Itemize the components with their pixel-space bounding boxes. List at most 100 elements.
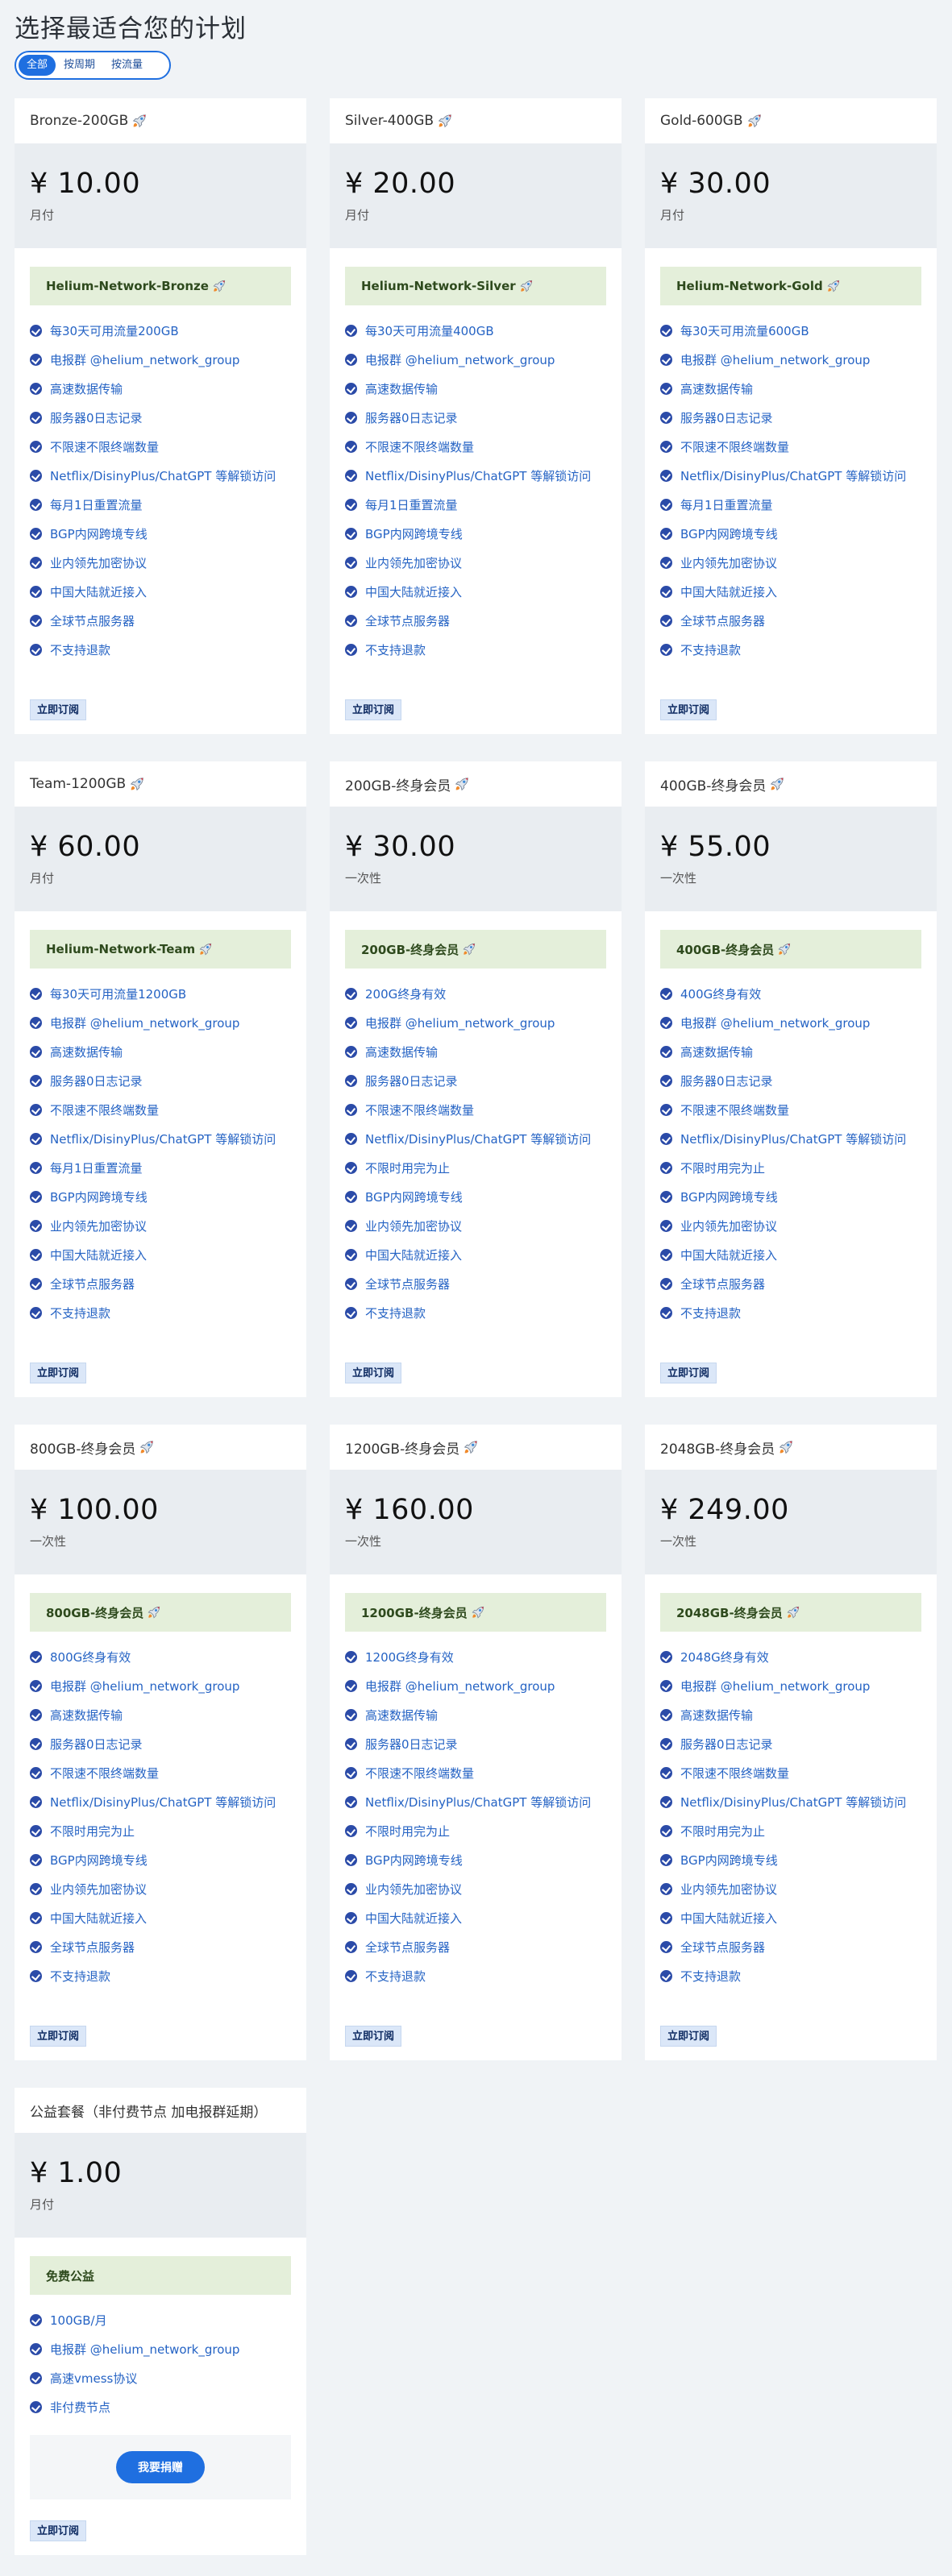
feature-text: 电报群 @helium_network_group <box>50 1015 240 1031</box>
plan-price: ¥ 20.00 <box>345 168 456 200</box>
subscribe-button[interactable]: 立即订阅 <box>660 1363 717 1383</box>
feature-text: 全球节点服务器 <box>365 1939 451 1955</box>
price-area: ¥ 20.00 月付 <box>330 143 622 248</box>
check-circle-icon <box>660 1277 672 1290</box>
feature-item: 服务器0日志记录 <box>660 1729 921 1758</box>
feature-list: 100GB/月 电报群 @helium_network_group 高速vmess协… <box>30 2305 291 2421</box>
check-circle-icon <box>345 498 357 511</box>
filter-by-traffic[interactable]: 按流量 <box>103 55 151 76</box>
subscribe-button[interactable]: 立即订阅 <box>30 2026 87 2047</box>
feature-list: 每30天可用流量600GB 电报群 @helium_network_group 高速… <box>660 316 921 664</box>
check-circle-icon <box>345 1190 357 1203</box>
check-circle-icon <box>660 1824 672 1837</box>
subscribe-button[interactable]: 立即订阅 <box>30 1363 87 1383</box>
feature-item: 不支持退款 <box>30 1298 291 1327</box>
check-circle-icon <box>345 382 357 395</box>
feature-item: 高速数据传输 <box>345 1700 606 1729</box>
check-circle-icon <box>660 1940 672 1953</box>
feature-text: 中国大陆就近接入 <box>680 584 778 599</box>
feature-list: 200G终身有效 电报群 @helium_network_group 高速数据传输服… <box>345 979 606 1327</box>
check-circle-icon <box>345 643 357 656</box>
subscribe-button[interactable]: 立即订阅 <box>660 699 717 720</box>
feature-text: 业内领先加密协议 <box>365 1218 463 1234</box>
subscribe-button[interactable]: 立即订阅 <box>345 2026 402 2047</box>
check-circle-icon <box>660 1969 672 1982</box>
feature-item: 不限速不限终端数量 <box>660 432 921 461</box>
feature-text: 中国大陆就近接入 <box>680 1910 778 1926</box>
feature-text: 中国大陆就近接入 <box>50 1910 148 1926</box>
feature-text: Netflix/DisinyPlus/ChatGPT 等解锁访问 <box>680 468 907 483</box>
feature-item: 服务器0日志记录 <box>660 1066 921 1095</box>
feature-item: 电报群 @helium_network_group <box>660 1671 921 1700</box>
donate-box: 我要捐赠 <box>30 2435 291 2499</box>
subscribe-button[interactable]: 立即订阅 <box>345 1363 402 1383</box>
rocket-icon <box>779 1441 793 1454</box>
check-circle-icon <box>660 1045 672 1058</box>
donate-button[interactable]: 我要捐赠 <box>116 2451 205 2483</box>
feature-item: 每30天可用流量600GB <box>660 316 921 345</box>
feature-text: 全球节点服务器 <box>680 613 766 628</box>
feature-text: 不限速不限终端数量 <box>50 1102 160 1118</box>
subscribe-button[interactable]: 立即订阅 <box>345 699 402 720</box>
check-circle-icon <box>660 382 672 395</box>
feature-item: 电报群 @helium_network_group <box>660 1008 921 1037</box>
check-circle-icon <box>660 353 672 366</box>
feature-text: 每30天可用流量400GB <box>365 323 494 338</box>
feature-item: 业内领先加密协议 <box>660 548 921 577</box>
subscribe-button[interactable]: 立即订阅 <box>30 2520 87 2541</box>
plan-name-text: 400GB-终身会员 <box>660 778 767 794</box>
feature-text: BGP内网跨境专线 <box>680 526 778 541</box>
feature-item: 全球节点服务器 <box>345 606 606 635</box>
filter-all[interactable]: 全部 <box>19 55 56 76</box>
check-circle-icon <box>660 1766 672 1779</box>
plan-period: 月付 <box>660 208 685 222</box>
check-circle-icon <box>30 1766 42 1779</box>
check-circle-icon <box>30 1824 42 1837</box>
plan-period: 一次性 <box>660 1534 697 1549</box>
check-circle-icon <box>345 411 357 424</box>
check-circle-icon <box>30 1737 42 1750</box>
feature-text: 不限时用完为止 <box>50 1823 135 1839</box>
check-circle-icon <box>660 614 672 627</box>
price-area: ¥ 249.00 一次性 <box>645 1470 937 1574</box>
check-circle-icon <box>345 1882 357 1895</box>
check-circle-icon <box>30 1248 42 1261</box>
feature-text: 1200G终身有效 <box>365 1649 454 1665</box>
feature-item: 每30天可用流量1200GB <box>30 979 291 1008</box>
feature-item: Netflix/DisinyPlus/ChatGPT 等解锁访问 <box>660 1787 921 1816</box>
feature-item: 服务器0日志记录 <box>30 1729 291 1758</box>
feature-item: 高速数据传输 <box>345 374 606 403</box>
check-circle-icon <box>345 353 357 366</box>
feature-text: 不支持退款 <box>680 642 742 657</box>
plan-period: 一次性 <box>30 1534 67 1549</box>
feature-item: 不限速不限终端数量 <box>345 1095 606 1124</box>
feature-item: 不限时用完为止 <box>660 1816 921 1845</box>
feature-item: 全球节点服务器 <box>660 606 921 635</box>
feature-item: 中国大陆就近接入 <box>345 577 606 606</box>
subscribe-button[interactable]: 立即订阅 <box>30 699 87 720</box>
feature-text: BGP内网跨境专线 <box>50 526 148 541</box>
feature-text: 电报群 @helium_network_group <box>680 1015 871 1031</box>
feature-item: 不限速不限终端数量 <box>660 1095 921 1124</box>
check-circle-icon <box>30 1882 42 1895</box>
check-circle-icon <box>345 1766 357 1779</box>
feature-item: 不支持退款 <box>345 1961 606 1990</box>
plan-name: 800GB-终身会员 <box>15 1425 306 1470</box>
feature-item: 高速数据传输 <box>30 1037 291 1066</box>
plan-period: 月付 <box>345 208 370 222</box>
plan-name: 400GB-终身会员 <box>645 761 937 807</box>
feature-item: 服务器0日志记录 <box>345 403 606 432</box>
plan-tag: 400GB-终身会员 <box>660 930 921 969</box>
plan-card: 公益套餐（非付费节点 加电报群延期） ¥ 1.00 月付 免费公益 100GB/月 电报群… <box>15 2088 306 2555</box>
plan-tag: Helium-Network-Team <box>30 930 291 969</box>
feature-text: 服务器0日志记录 <box>365 1736 458 1752</box>
feature-text: 800G终身有效 <box>50 1649 131 1665</box>
check-circle-icon <box>345 1277 357 1290</box>
price-area: ¥ 1.00 月付 <box>15 2133 306 2238</box>
feature-text: 业内领先加密协议 <box>680 1881 778 1897</box>
feature-text: 400G终身有效 <box>680 986 762 1002</box>
filter-by-period[interactable]: 按周期 <box>56 55 103 76</box>
check-circle-icon <box>660 643 672 656</box>
feature-text: 电报群 @helium_network_group <box>50 352 240 367</box>
subscribe-button[interactable]: 立即订阅 <box>660 2026 717 2047</box>
